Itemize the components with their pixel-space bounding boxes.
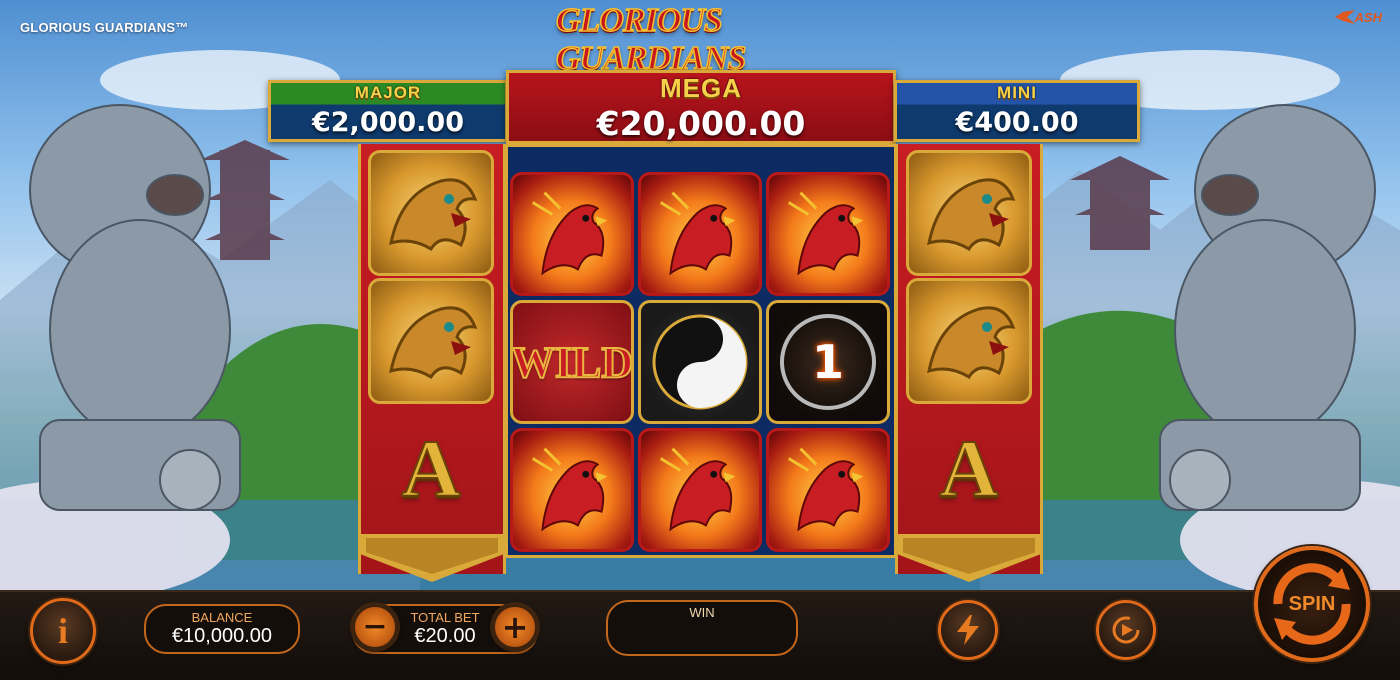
left-guardian-lion — [29, 104, 241, 511]
total-bet-value: €20.00 — [414, 625, 476, 647]
dragon-icon — [927, 178, 1016, 252]
wild-label: WILD — [510, 337, 634, 388]
phoenix-symbol — [766, 428, 890, 552]
info-icon: i — [57, 611, 68, 651]
title-logo: GLORIOUS GUARDIANS — [555, 1, 747, 78]
increase-bet-button[interactable]: + — [492, 604, 538, 650]
phoenix-symbol — [638, 428, 762, 552]
jackpot-major-value: €2,000.00 — [311, 107, 465, 138]
lightning-icon — [957, 615, 979, 645]
brand-logo: ASH — [1318, 6, 1382, 28]
dragon-symbol — [368, 278, 494, 404]
spin-button[interactable]: SPIN — [1254, 546, 1370, 662]
wild-symbol: WILD — [510, 300, 634, 424]
turbo-button[interactable] — [938, 600, 998, 660]
dragon-symbol — [368, 150, 494, 276]
coin-symbol: 1 — [766, 300, 890, 424]
autoplay-icon — [1112, 616, 1140, 644]
phoenix-icon — [787, 447, 864, 532]
bird-icon — [1334, 10, 1355, 24]
spin-label: SPIN — [1288, 592, 1336, 615]
phoenix-symbol — [510, 172, 634, 296]
dragon-icon — [389, 306, 478, 380]
phoenix-icon — [531, 191, 608, 276]
phoenix-icon — [787, 191, 864, 276]
jackpot-mega: MEGA €20,000.00 — [506, 70, 896, 144]
phoenix-symbol — [638, 172, 762, 296]
phoenix-icon — [531, 447, 608, 532]
a-letter: A — [938, 422, 999, 515]
dragon-icon — [927, 306, 1016, 380]
phoenix-symbol — [766, 172, 890, 296]
jackpot-mega-label: MEGA — [660, 73, 742, 103]
dragon-symbol — [906, 278, 1032, 404]
jackpot-mega-value: €20,000.00 — [596, 104, 806, 143]
balance-label: BALANCE — [191, 610, 253, 625]
minus-icon: − — [362, 609, 388, 644]
balance-value: €10,000.00 — [171, 625, 273, 647]
a-symbol: A — [368, 406, 494, 532]
balance-display: BALANCE €10,000.00 — [144, 604, 300, 654]
decrease-bet-button[interactable]: − — [352, 604, 398, 650]
yin-yang-icon — [652, 314, 748, 410]
total-bet-label: TOTAL BET — [410, 610, 480, 625]
a-symbol: A — [906, 406, 1032, 532]
coin-value: 1 — [811, 335, 844, 389]
game-name-label: GLORIOUS GUARDIANS™ — [20, 20, 189, 35]
right-guardian-lion — [1159, 104, 1376, 511]
jackpot-mini-label: MINI — [997, 83, 1037, 102]
phoenix-symbol — [510, 428, 634, 552]
autoplay-button[interactable] — [1096, 600, 1156, 660]
dragon-symbol — [906, 150, 1032, 276]
phoenix-icon — [659, 447, 736, 532]
control-bar: i BALANCE €10,000.00 TOTAL BET €20.00 − … — [0, 590, 1400, 680]
brand-logo-text: ASH — [1354, 9, 1382, 25]
yin-yang-symbol — [638, 300, 762, 424]
dragon-icon — [389, 178, 478, 252]
plus-icon: + — [501, 608, 529, 646]
info-button[interactable]: i — [30, 598, 96, 664]
coin-ring: 1 — [780, 314, 876, 410]
jackpot-major-label: MAJOR — [354, 83, 422, 102]
jackpot-mini-value: €400.00 — [955, 107, 1079, 138]
phoenix-icon — [659, 191, 736, 276]
win-display: WIN — [606, 600, 798, 656]
jackpot-major: MAJOR €2,000.00 — [268, 80, 508, 142]
jackpot-mini: MINI €400.00 — [894, 80, 1140, 142]
a-letter: A — [400, 422, 461, 515]
win-label: WIN — [689, 605, 715, 620]
